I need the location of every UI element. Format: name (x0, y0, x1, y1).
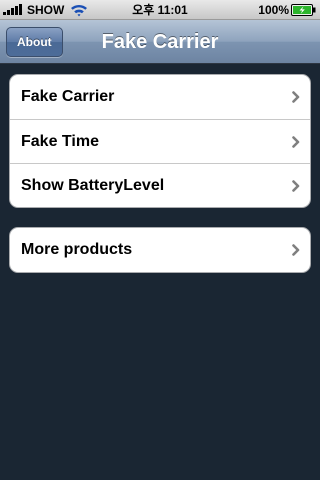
chevron-right-icon (292, 180, 300, 192)
row-label: Show BatteryLevel (21, 177, 165, 194)
navigation-bar: Fake Carrier About (0, 20, 320, 64)
battery-charging-icon (291, 4, 316, 16)
chevron-right-icon (292, 244, 300, 256)
battery-percent: 100% (258, 3, 289, 17)
chevron-right-icon (292, 91, 300, 103)
row-label: More products (21, 241, 133, 258)
more-products-row[interactable]: More products (10, 228, 310, 272)
settings-group: Fake Carrier Fake Time Show BatteryLevel (9, 74, 311, 208)
row-label: Fake Carrier (21, 88, 115, 105)
status-bar: SHOW 오후 11:01 100% (0, 0, 320, 20)
about-button[interactable]: About (6, 27, 63, 57)
more-group: More products (9, 227, 311, 273)
show-battery-level-row[interactable]: Show BatteryLevel (10, 163, 310, 207)
row-label: Fake Time (21, 133, 99, 150)
fake-time-row[interactable]: Fake Time (10, 119, 310, 163)
fake-carrier-row[interactable]: Fake Carrier (10, 75, 310, 119)
chevron-right-icon (292, 136, 300, 148)
